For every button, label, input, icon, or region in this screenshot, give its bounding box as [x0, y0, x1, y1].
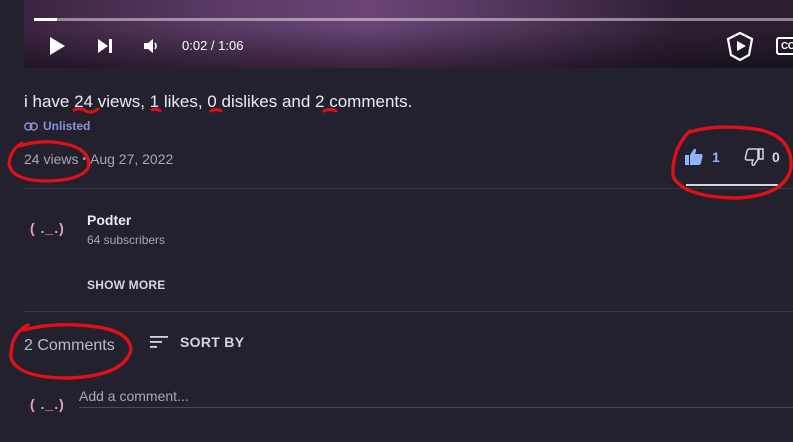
progress-fill — [34, 18, 57, 21]
visibility-badge: Unlisted — [24, 119, 90, 133]
sort-by-button[interactable]: SORT BY — [150, 334, 244, 350]
link-icon — [24, 121, 38, 131]
dislike-count: 0 — [772, 149, 780, 165]
comments-count: 2 Comments — [24, 337, 115, 354]
subscriber-count: 64 subscribers — [87, 233, 166, 247]
divider — [24, 188, 793, 189]
thumbs-up-icon — [685, 148, 703, 165]
skip-next-icon — [98, 39, 112, 53]
view-count: 24 views — [24, 151, 79, 167]
sort-by-label: SORT BY — [180, 334, 245, 350]
play-icon — [50, 37, 65, 55]
like-button[interactable]: 1 — [684, 148, 720, 166]
progress-bar[interactable] — [34, 18, 793, 21]
play-button[interactable] — [46, 34, 68, 58]
channel-avatar[interactable]: ( ._.) — [30, 220, 65, 236]
divider — [24, 311, 793, 312]
like-count: 1 — [712, 149, 720, 165]
visibility-label: Unlisted — [43, 119, 91, 133]
upload-date: Aug 27, 2022 — [89, 151, 174, 167]
sort-icon — [150, 336, 168, 348]
add-comment-input[interactable] — [79, 384, 793, 408]
time-display: 0:02 / 1:06 — [182, 38, 244, 53]
captions-button[interactable]: CC — [776, 37, 793, 55]
meta-separator: • — [82, 153, 86, 165]
volume-button[interactable] — [140, 36, 162, 56]
next-button[interactable] — [94, 36, 116, 56]
user-avatar: ( ._.) — [30, 396, 65, 412]
rating-controls: 1 0 — [684, 146, 780, 188]
video-meta: 24 views • Aug 27, 2022 — [24, 151, 173, 167]
theater-mode-button[interactable] — [724, 30, 756, 62]
dislike-button[interactable]: 0 — [744, 148, 780, 166]
video-player[interactable]: 0:02 / 1:06 CC — [24, 0, 793, 68]
thumbs-down-icon — [744, 148, 764, 166]
like-ratio-bar — [686, 184, 778, 186]
brand-play-icon — [726, 31, 754, 61]
volume-icon — [144, 39, 157, 53]
show-more-button[interactable]: SHOW MORE — [87, 278, 165, 292]
channel-name[interactable]: Podter — [87, 212, 131, 228]
video-title: i have 24 views, 1 likes, 0 dislikes and… — [24, 92, 413, 111]
